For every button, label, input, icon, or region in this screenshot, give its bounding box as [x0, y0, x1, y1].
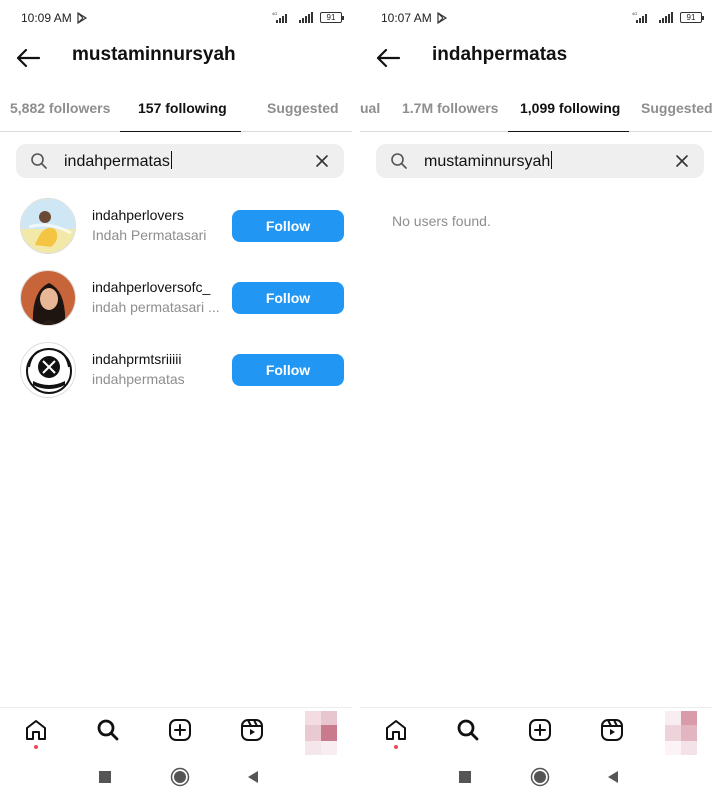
tab-following[interactable]: 157 following — [138, 100, 227, 116]
back-arrow-icon — [376, 48, 401, 68]
search-nav-icon — [97, 719, 119, 741]
back-button[interactable] — [374, 44, 402, 72]
nav-home[interactable] — [22, 716, 50, 744]
system-nav — [360, 757, 712, 797]
list-item[interactable]: indahprmtsriiiii indahpermatas Follow — [0, 342, 352, 402]
tab-following[interactable]: 1,099 following — [520, 100, 620, 116]
clear-icon[interactable] — [314, 153, 330, 169]
page-title: mustaminnursyah — [72, 44, 236, 65]
search-value: indahpermatas — [64, 151, 172, 170]
follow-button[interactable]: Follow — [232, 354, 344, 386]
header: mustaminnursyah — [0, 38, 352, 78]
recents-button[interactable] — [95, 767, 115, 787]
username[interactable]: indahprmtsriiiii — [92, 351, 181, 367]
system-nav — [0, 757, 352, 797]
bottom-nav — [0, 707, 352, 755]
svg-text:4G: 4G — [632, 11, 637, 16]
square-icon — [99, 771, 111, 783]
svg-text:4G: 4G — [272, 11, 277, 16]
avatar[interactable] — [20, 270, 76, 326]
nav-home[interactable] — [382, 716, 410, 744]
status-indicators: 4G 91 — [272, 10, 344, 24]
signal-icon: 4G — [272, 11, 287, 23]
right-screen: 10:07 AM 4G 91 indahpermatas ual 1.7M fo… — [360, 0, 712, 800]
signal-icon-2 — [299, 12, 313, 23]
tab-bar: 5,882 followers 157 following Suggested — [0, 88, 352, 132]
search-icon — [31, 153, 47, 169]
reels-icon — [241, 719, 263, 741]
tab-suggested[interactable]: Suggested — [267, 100, 339, 116]
follow-button[interactable]: Follow — [232, 282, 344, 314]
home-system-button[interactable] — [530, 767, 550, 787]
nav-reels[interactable] — [238, 716, 266, 744]
status-time: 10:07 AM — [381, 11, 432, 25]
avatar[interactable] — [20, 342, 76, 398]
tab-mutual[interactable]: ual — [360, 100, 380, 116]
active-tab-indicator — [120, 131, 241, 132]
profile-avatar[interactable] — [305, 711, 337, 755]
tab-suggested[interactable]: Suggested — [641, 100, 712, 116]
header: indahpermatas — [360, 38, 712, 78]
create-icon — [169, 719, 191, 741]
play-store-icon — [437, 12, 448, 24]
reels-icon — [601, 719, 623, 741]
triangle-back-icon — [608, 771, 618, 783]
battery-icon: 91 — [680, 11, 704, 23]
signal-icon-2 — [659, 12, 673, 23]
back-button[interactable] — [14, 44, 42, 72]
full-name: indahpermatas — [92, 371, 185, 387]
nav-search[interactable] — [454, 716, 482, 744]
username[interactable]: indahperlovers — [92, 207, 184, 223]
status-indicators: 4G 91 — [632, 10, 704, 24]
list-item[interactable]: indahperlovers Indah Permatasari Follow — [0, 198, 352, 258]
notification-dot — [34, 745, 38, 749]
follow-button[interactable]: Follow — [232, 210, 344, 242]
avatar[interactable] — [20, 198, 76, 254]
signal-icon: 4G — [632, 11, 647, 23]
home-icon — [26, 720, 46, 740]
battery-icon: 91 — [320, 11, 344, 23]
tab-bar: ual 1.7M followers 1,099 following Sugge… — [360, 88, 712, 132]
full-name: indah permatasari ... — [92, 299, 220, 315]
recents-button[interactable] — [455, 767, 475, 787]
clear-icon[interactable] — [674, 153, 690, 169]
home-icon — [386, 720, 406, 740]
profile-avatar[interactable] — [665, 711, 697, 755]
back-system-button[interactable] — [243, 767, 263, 787]
list-item[interactable]: indahperloversofc_ indah permatasari ...… — [0, 270, 352, 330]
circle-icon — [170, 767, 190, 787]
full-name: Indah Permatasari — [92, 227, 207, 243]
status-bar: 10:09 AM 4G 91 — [0, 0, 352, 34]
search-input[interactable]: mustaminnursyah — [376, 144, 704, 178]
tab-followers[interactable]: 1.7M followers — [402, 100, 498, 116]
search-nav-icon — [457, 719, 479, 741]
back-system-button[interactable] — [603, 767, 623, 787]
nav-reels[interactable] — [598, 716, 626, 744]
status-bar: 10:07 AM 4G 91 — [360, 0, 712, 34]
notification-dot — [394, 745, 398, 749]
square-icon — [459, 771, 471, 783]
play-store-icon — [77, 12, 88, 24]
search-value: mustaminnursyah — [424, 151, 553, 170]
nav-create[interactable] — [526, 716, 554, 744]
tab-followers[interactable]: 5,882 followers — [10, 100, 110, 116]
back-arrow-icon — [16, 48, 41, 68]
nav-create[interactable] — [166, 716, 194, 744]
status-time: 10:09 AM — [21, 11, 72, 25]
bottom-nav — [360, 707, 712, 755]
active-tab-indicator — [508, 131, 629, 132]
nav-search[interactable] — [94, 716, 122, 744]
left-screen: 10:09 AM 4G 91 mustaminnursyah 5,882 fol… — [0, 0, 352, 800]
home-system-button[interactable] — [170, 767, 190, 787]
username[interactable]: indahperloversofc_ — [92, 279, 210, 295]
empty-state-message: No users found. — [392, 213, 491, 229]
search-input[interactable]: indahpermatas — [16, 144, 344, 178]
search-icon — [391, 153, 407, 169]
create-icon — [529, 719, 551, 741]
circle-icon — [530, 767, 550, 787]
triangle-back-icon — [248, 771, 258, 783]
page-title: indahpermatas — [432, 44, 568, 65]
